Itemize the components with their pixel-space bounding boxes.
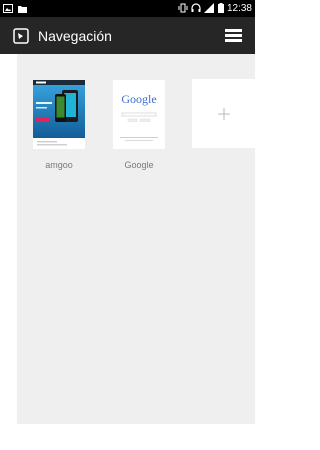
speed-dial-tile-google[interactable]: Google Google <box>113 80 165 170</box>
left-margin <box>0 54 17 450</box>
tile-label: Google <box>124 160 154 170</box>
amgoo-site-thumbnail <box>33 80 85 149</box>
vibrate-icon <box>178 0 188 18</box>
tile-label: amgoo <box>45 160 73 170</box>
page-title: Navegación <box>38 27 112 44</box>
speed-dial-panel: amgoo Google Google <box>17 54 255 424</box>
bottom-margin <box>0 424 255 450</box>
clock-time: 12:38 <box>226 3 252 14</box>
speed-dial-tile-amgoo[interactable]: amgoo <box>33 80 85 170</box>
menu-icon <box>224 29 242 42</box>
headset-icon <box>191 0 201 18</box>
folder-icon <box>18 0 27 18</box>
signal-icon <box>203 0 215 18</box>
add-speed-dial-button[interactable] <box>192 79 255 148</box>
image-icon <box>3 0 13 18</box>
app-bar: Navegación <box>0 17 255 54</box>
battery-icon <box>217 0 224 18</box>
google-site-thumbnail: Google <box>113 80 165 149</box>
menu-button[interactable] <box>221 24 245 48</box>
status-bar: 12:38 <box>0 0 255 17</box>
plus-icon <box>217 107 230 120</box>
navigation-icon[interactable] <box>13 27 29 44</box>
